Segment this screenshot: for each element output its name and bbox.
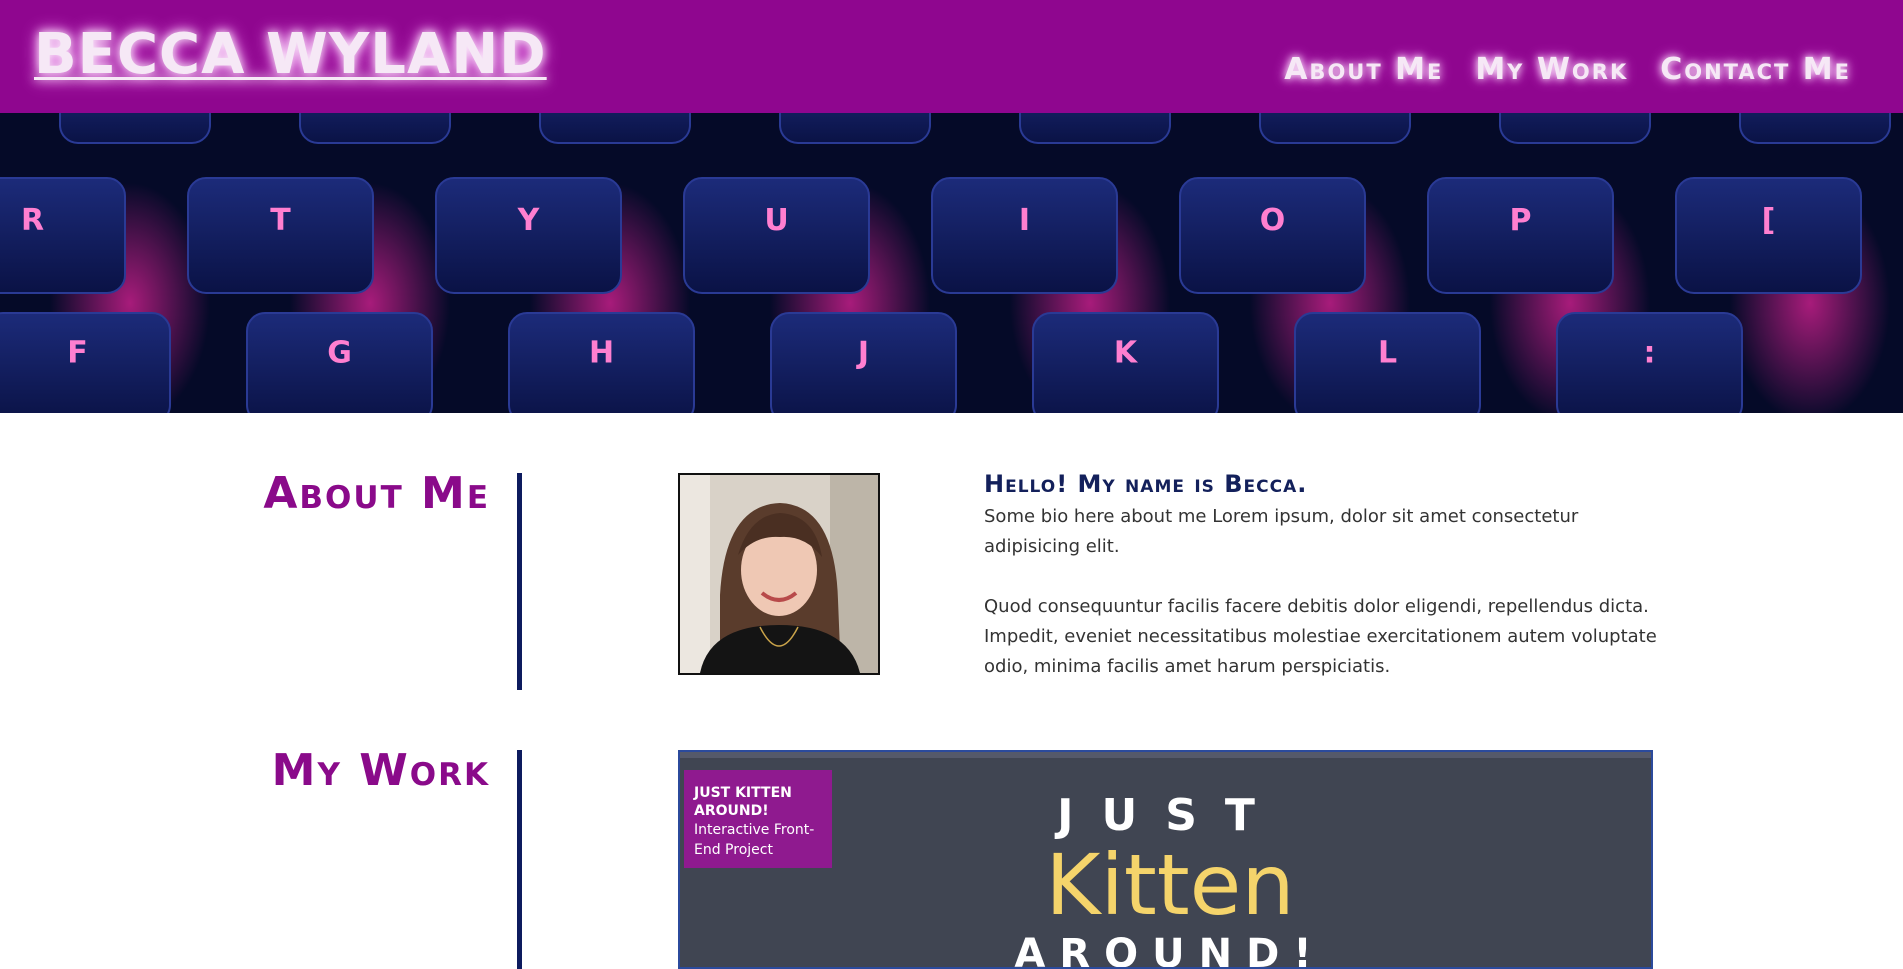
project-logo: JUST Kitten AROUND! <box>980 790 1360 969</box>
keycap-letter: J <box>856 336 869 371</box>
keycap <box>539 113 691 144</box>
site-brand-link[interactable]: BECCA WYLAND <box>34 22 547 87</box>
bio-paragraph: Some bio here about me Lorem ipsum, dolo… <box>984 506 1579 557</box>
keycap <box>1259 113 1411 144</box>
project-card[interactable]: Just Kitten Around! Interactive Front-En… <box>678 750 1653 969</box>
project-tag-title: Just Kitten Around! <box>694 785 792 819</box>
keycap-letter: O <box>1260 203 1286 238</box>
keycap-letter: G <box>327 336 352 371</box>
keycap-letter: R <box>21 203 44 238</box>
bio-greeting: Hello! My name is Becca. <box>984 470 1308 498</box>
project-logo-mid: Kitten <box>1045 836 1295 934</box>
profile-photo-illustration <box>680 475 878 673</box>
keycap-letter: P <box>1510 203 1532 238</box>
keycap-letter: F <box>67 336 88 371</box>
keycap-letter: L <box>1378 336 1397 371</box>
keycap-letter: U <box>764 203 788 238</box>
project-logo-top: JUST <box>1057 790 1283 841</box>
main-nav: About Me My Work Contact Me <box>1284 52 1851 87</box>
hero-keyboard-image: R T Y U I O P [ F G H J K L: <box>0 113 1903 413</box>
keycap-letter: T <box>270 203 291 238</box>
nav-link-about[interactable]: About Me <box>1284 52 1443 87</box>
profile-photo <box>678 473 880 675</box>
keycap-letter: K <box>1114 336 1139 371</box>
keycap <box>0 177 126 294</box>
keycap-letter: I <box>1019 203 1030 238</box>
keycap <box>1019 113 1171 144</box>
nav-link-work[interactable]: My Work <box>1475 52 1628 87</box>
project-card-topbar <box>680 752 1651 758</box>
keycap <box>1739 113 1891 144</box>
project-tag: Just Kitten Around! Interactive Front-En… <box>684 770 832 868</box>
keycap-letter: : <box>1644 336 1656 371</box>
keycap <box>299 113 451 144</box>
bio-paragraph: Quod consequuntur facilis facere debitis… <box>984 596 1657 677</box>
about-divider <box>517 473 522 690</box>
keycap <box>59 113 211 144</box>
keycap <box>1499 113 1651 144</box>
work-section-title: My Work <box>271 745 490 796</box>
project-tag-subtitle: Interactive Front-End Project <box>694 822 815 858</box>
keyboard-row-bottom: F G H J K L: <box>0 312 1743 413</box>
about-section-title: About Me <box>263 468 490 519</box>
project-logo-bottom: AROUND! <box>1014 931 1326 969</box>
keycap-letter: Y <box>517 203 541 238</box>
about-bio: Hello! My name is Becca. Some bio here a… <box>984 470 1664 712</box>
keycap-letter: [ <box>1762 203 1776 238</box>
keycap-letter: H <box>589 336 614 371</box>
site-header: BECCA WYLAND About Me My Work Contact Me <box>0 0 1903 113</box>
work-divider <box>517 750 522 969</box>
nav-link-contact[interactable]: Contact Me <box>1660 52 1851 87</box>
keyboard-illustration: R T Y U I O P [ F G H J K L: <box>0 113 1903 413</box>
keycap <box>779 113 931 144</box>
